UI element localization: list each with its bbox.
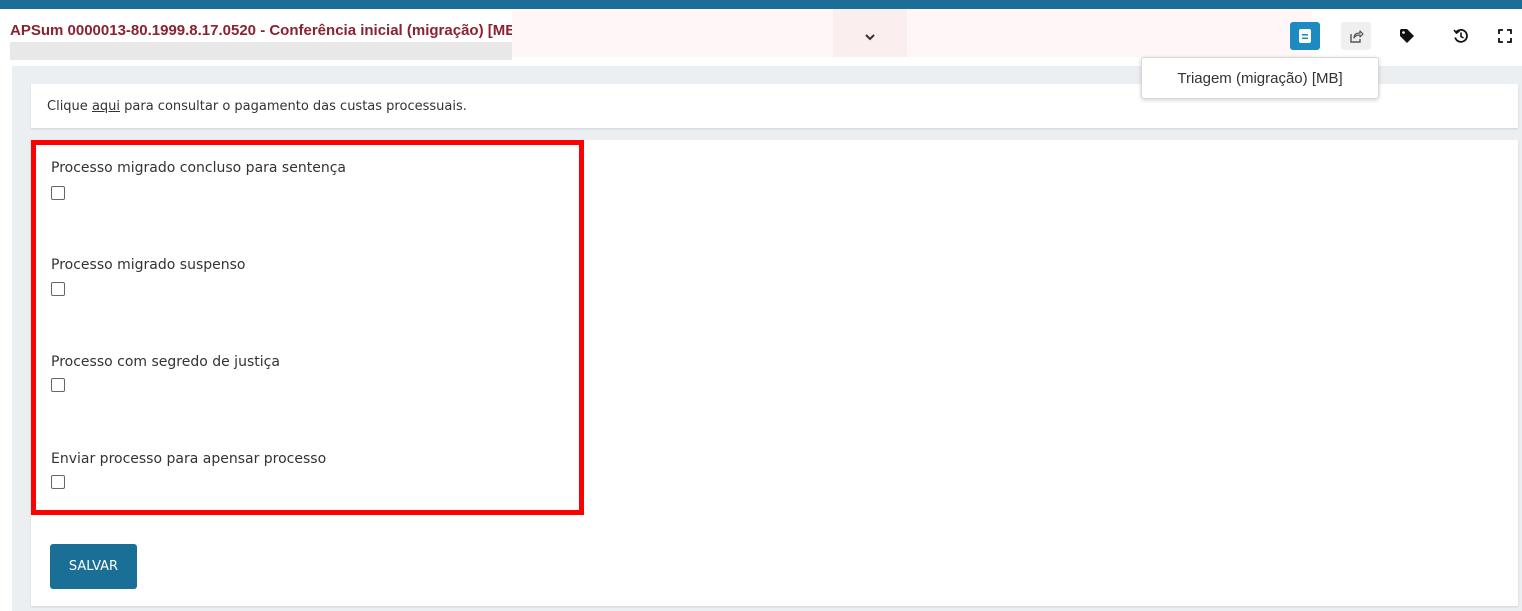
field-label-apensar: Enviar processo para apensar processo <box>51 451 327 467</box>
tag-icon <box>1400 29 1414 43</box>
document-icon <box>1299 29 1311 43</box>
tooltip: Triagem (migração) [MB] <box>1141 57 1379 99</box>
checkbox-suspenso[interactable] <box>51 282 65 296</box>
history-icon <box>1453 28 1468 43</box>
checkbox-apensar[interactable] <box>51 475 65 489</box>
tag-button[interactable] <box>1392 22 1422 50</box>
field-label-concluso: Processo migrado concluso para sentença <box>51 160 346 176</box>
title-placeholder-bar <box>10 42 512 60</box>
info-prefix: Clique <box>47 99 92 114</box>
header-strip <box>512 9 1312 57</box>
costs-link[interactable]: aqui <box>92 99 120 114</box>
costs-info-text: Clique aqui para consultar o pagamento d… <box>47 99 467 114</box>
task-title: APSum 0000013-80.1999.8.17.0520 - Confer… <box>10 22 522 39</box>
share-button[interactable] <box>1341 22 1371 50</box>
chevron-down-icon <box>865 33 875 40</box>
collapse-button[interactable] <box>833 9 907 57</box>
top-accent-bar <box>0 0 1522 9</box>
field-label-segredo: Processo com segredo de justiça <box>51 354 280 370</box>
checkbox-segredo[interactable] <box>51 378 65 392</box>
fullscreen-icon <box>1498 29 1512 43</box>
save-button[interactable]: SALVAR <box>50 544 137 589</box>
checkbox-concluso[interactable] <box>51 186 65 200</box>
info-suffix: para consultar o pagamento das custas pr… <box>120 99 467 114</box>
document-button[interactable] <box>1290 22 1320 50</box>
fullscreen-button[interactable] <box>1490 22 1520 50</box>
history-button[interactable] <box>1446 22 1476 50</box>
form-card: Processo migrado concluso para sentença … <box>31 140 1518 606</box>
field-label-suspenso: Processo migrado suspenso <box>51 257 246 273</box>
share-icon <box>1350 30 1364 43</box>
